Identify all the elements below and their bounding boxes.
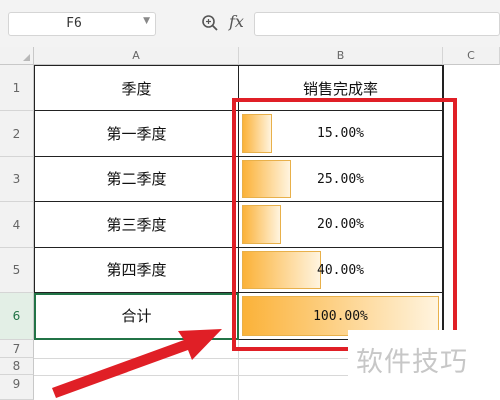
watermark-text: 软件技巧 [356, 347, 468, 378]
